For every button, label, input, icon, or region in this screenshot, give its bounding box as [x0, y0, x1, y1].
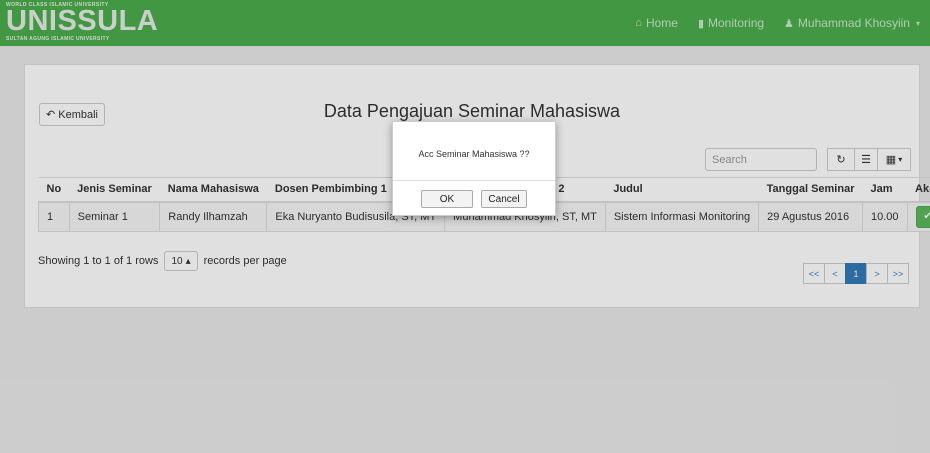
dialog-divider	[393, 180, 555, 181]
confirm-dialog: Acc Seminar Mahasiswa ?? OK Cancel	[392, 121, 556, 216]
dialog-message: Acc Seminar Mahasiswa ??	[418, 149, 530, 159]
modal-backdrop	[0, 0, 930, 453]
ok-button[interactable]: OK	[421, 190, 473, 208]
cancel-button[interactable]: Cancel	[481, 190, 527, 208]
